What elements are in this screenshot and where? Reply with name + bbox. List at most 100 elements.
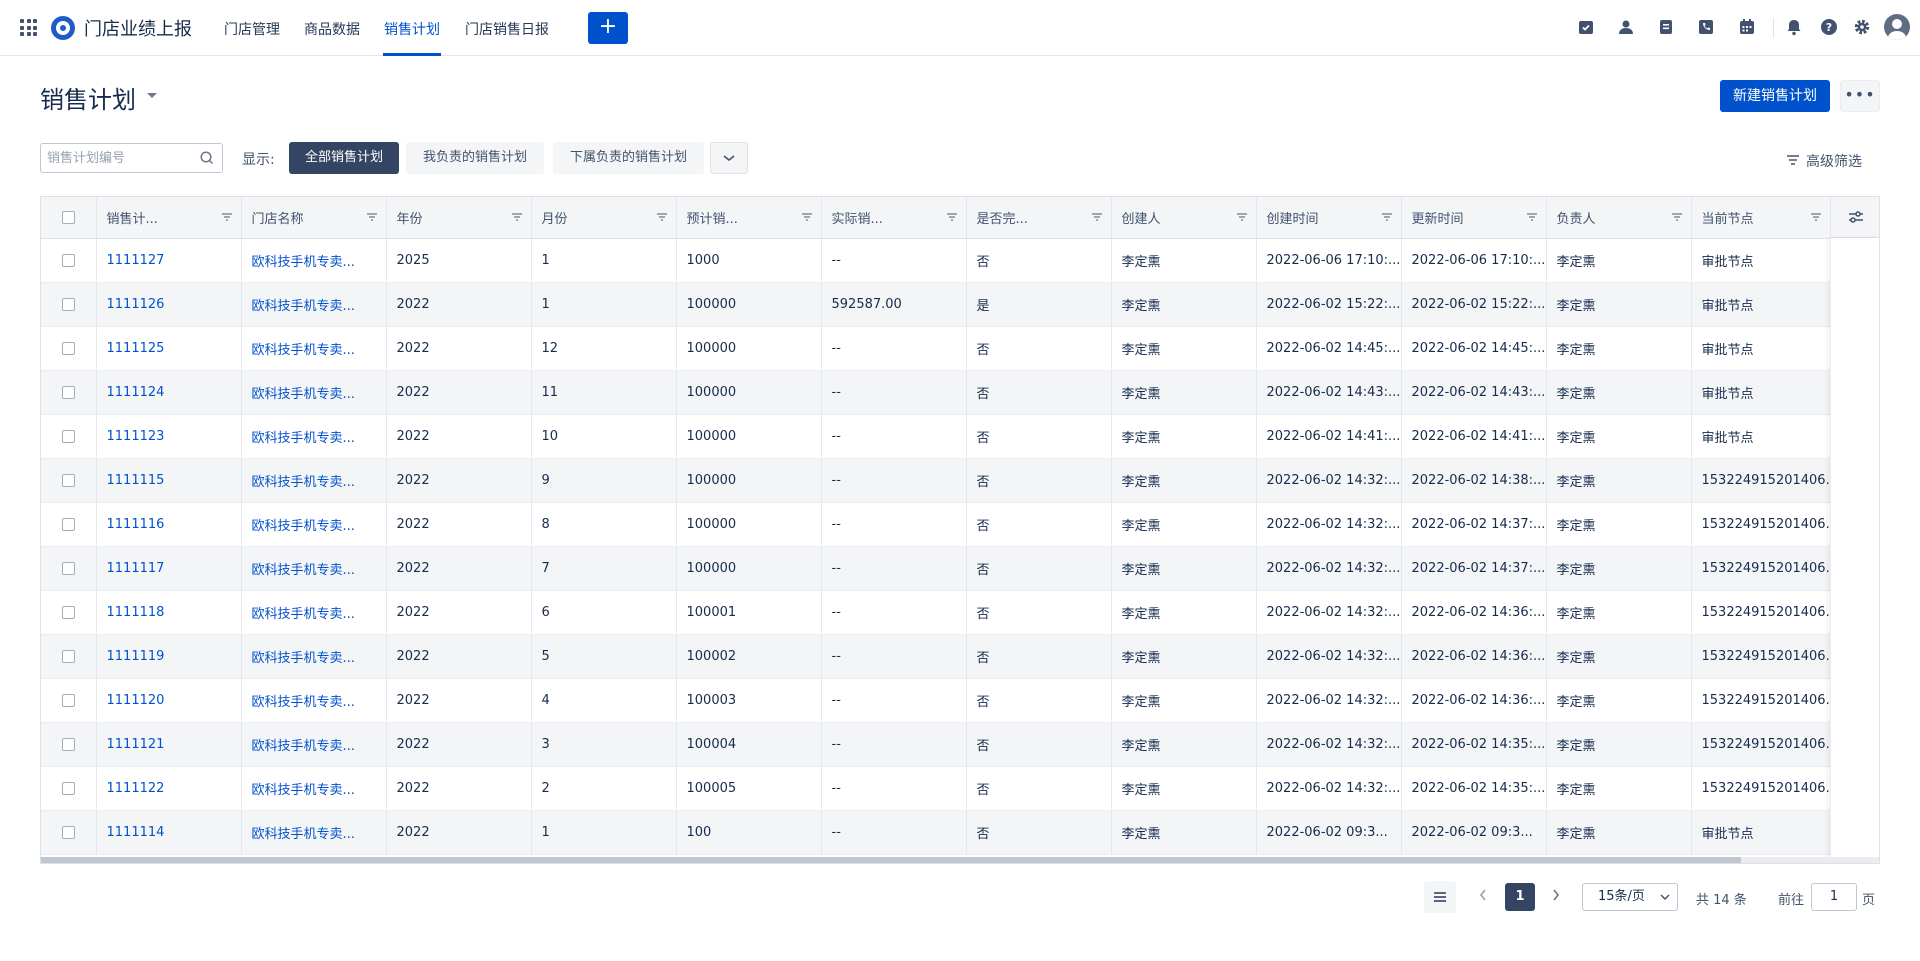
- column-filter-icon[interactable]: [366, 212, 378, 222]
- row-checkbox[interactable]: [61, 693, 75, 707]
- column-filter-icon[interactable]: [221, 212, 233, 222]
- cell-store-name[interactable]: 欧科技手机专卖...: [241, 766, 387, 811]
- row-checkbox[interactable]: [61, 605, 75, 619]
- segment-all-plans[interactable]: 全部销售计划: [289, 142, 399, 174]
- new-sales-plan-button[interactable]: 新建销售计划: [1720, 80, 1830, 112]
- chevron-down-icon[interactable]: [147, 93, 157, 98]
- cell-store-name[interactable]: 欧科技手机专卖...: [241, 810, 387, 855]
- column-filter-icon[interactable]: [1671, 212, 1683, 222]
- prev-page-button[interactable]: [1478, 887, 1488, 906]
- app-switcher-icon[interactable]: [20, 19, 37, 36]
- cell-store-name[interactable]: 欧科技手机专卖...: [241, 502, 387, 547]
- row-checkbox[interactable]: [61, 737, 75, 751]
- cell-plan-number[interactable]: 1111120: [96, 678, 242, 723]
- column-filter-icon[interactable]: [1236, 212, 1248, 222]
- user-avatar[interactable]: [1884, 14, 1910, 40]
- table-row[interactable]: 1111123 欧科技手机专卖... 2022 10 100000 -- 否李定熏 2022-…: [41, 414, 1831, 459]
- cell-store-name[interactable]: 欧科技手机专卖...: [241, 370, 387, 415]
- table-row[interactable]: 1111126 欧科技手机专卖... 2022 1 100000 592587.00 是李定…: [41, 282, 1831, 327]
- create-button[interactable]: +: [588, 12, 628, 44]
- cell-store-name[interactable]: 欧科技手机专卖...: [241, 238, 387, 283]
- column-header-current-node[interactable]: 当前节点: [1691, 197, 1831, 239]
- column-header-store-name[interactable]: 门店名称: [241, 197, 387, 239]
- table-row[interactable]: 1111125 欧科技手机专卖... 2022 12 100000 -- 否李定熏 2022-…: [41, 326, 1831, 371]
- cell-store-name[interactable]: 欧科技手机专卖...: [241, 634, 387, 679]
- cell-plan-number[interactable]: 1111121: [96, 722, 242, 767]
- row-checkbox[interactable]: [61, 561, 75, 575]
- column-filter-icon[interactable]: [1091, 212, 1103, 222]
- nav-item-store-daily-report[interactable]: 门店销售日报: [465, 19, 549, 39]
- column-settings-button[interactable]: [1830, 197, 1879, 238]
- column-filter-icon[interactable]: [1526, 212, 1538, 222]
- table-row[interactable]: 1111116 欧科技手机专卖... 2022 8 100000 -- 否李定熏 2022-0…: [41, 502, 1831, 547]
- table-row[interactable]: 1111120 欧科技手机专卖... 2022 4 100003 -- 否李定熏 2022-0…: [41, 678, 1831, 723]
- cell-store-name[interactable]: 欧科技手机专卖...: [241, 678, 387, 723]
- document-icon[interactable]: [1655, 16, 1677, 38]
- table-row[interactable]: 1111115 欧科技手机专卖... 2022 9 100000 -- 否李定熏 2022-0…: [41, 458, 1831, 503]
- column-header-is-completed[interactable]: 是否完...: [966, 197, 1112, 239]
- search-input[interactable]: [47, 149, 197, 167]
- list-view-button[interactable]: [1424, 881, 1456, 913]
- cell-plan-number[interactable]: 1111117: [96, 546, 242, 591]
- cell-plan-number[interactable]: 1111124: [96, 370, 242, 415]
- phone-icon[interactable]: [1695, 16, 1717, 38]
- advanced-filter-button[interactable]: 高级筛选: [1787, 151, 1862, 171]
- table-row[interactable]: 1111124 欧科技手机专卖... 2022 11 100000 -- 否李定熏 2022-…: [41, 370, 1831, 415]
- row-checkbox[interactable]: [61, 385, 75, 399]
- row-checkbox[interactable]: [61, 517, 75, 531]
- cell-plan-number[interactable]: 1111116: [96, 502, 242, 547]
- table-row[interactable]: 1111122 欧科技手机专卖... 2022 2 100005 -- 否李定熏 2022-0…: [41, 766, 1831, 811]
- cell-plan-number[interactable]: 1111115: [96, 458, 242, 503]
- cell-store-name[interactable]: 欧科技手机专卖...: [241, 458, 387, 503]
- column-filter-icon[interactable]: [1381, 212, 1393, 222]
- row-checkbox[interactable]: [61, 429, 75, 443]
- cell-plan-number[interactable]: 1111114: [96, 810, 242, 855]
- nav-item-sales-plan[interactable]: 销售计划: [384, 19, 440, 39]
- row-checkbox[interactable]: [61, 649, 75, 663]
- column-filter-icon[interactable]: [946, 212, 958, 222]
- cell-store-name[interactable]: 欧科技手机专卖...: [241, 326, 387, 371]
- column-filter-icon[interactable]: [511, 212, 523, 222]
- bell-icon[interactable]: [1783, 16, 1805, 38]
- column-filter-icon[interactable]: [801, 212, 813, 222]
- cell-store-name[interactable]: 欧科技手机专卖...: [241, 590, 387, 635]
- column-header-created-time[interactable]: 创建时间: [1256, 197, 1402, 239]
- column-header-owner[interactable]: 负责人: [1546, 197, 1692, 239]
- select-all-checkbox[interactable]: [61, 210, 75, 224]
- more-actions-button[interactable]: •••: [1840, 80, 1880, 112]
- row-checkbox[interactable]: [61, 253, 75, 267]
- page-number-current[interactable]: 1: [1505, 883, 1535, 911]
- table-row[interactable]: 1111118 欧科技手机专卖... 2022 6 100001 -- 否李定熏 2022-0…: [41, 590, 1831, 635]
- column-header-year[interactable]: 年份: [386, 197, 532, 239]
- segment-subordinate-plans[interactable]: 下属负责的销售计划: [553, 142, 704, 174]
- column-header-plan-number[interactable]: 销售计...: [96, 197, 242, 239]
- cell-store-name[interactable]: 欧科技手机专卖...: [241, 722, 387, 767]
- cell-plan-number[interactable]: 1111125: [96, 326, 242, 371]
- row-checkbox[interactable]: [61, 473, 75, 487]
- search-field[interactable]: [40, 143, 223, 173]
- segment-my-plans[interactable]: 我负责的销售计划: [406, 142, 544, 174]
- row-checkbox[interactable]: [61, 297, 75, 311]
- column-filter-icon[interactable]: [1810, 212, 1822, 222]
- settings-icon[interactable]: [1851, 16, 1873, 38]
- row-checkbox[interactable]: [61, 341, 75, 355]
- page-size-select[interactable]: 15条/页: [1582, 883, 1678, 911]
- calendar-icon[interactable]: [1736, 16, 1758, 38]
- column-header-actual-sales[interactable]: 实际销...: [821, 197, 967, 239]
- horizontal-scrollbar-thumb[interactable]: [41, 857, 1741, 863]
- row-checkbox[interactable]: [61, 825, 75, 839]
- segment-dropdown-button[interactable]: [710, 142, 748, 174]
- next-page-button[interactable]: [1551, 887, 1561, 906]
- table-row[interactable]: 1111119 欧科技手机专卖... 2022 5 100002 -- 否李定熏 2022-0…: [41, 634, 1831, 679]
- table-row[interactable]: 1111127 欧科技手机专卖... 2025 1 1000 -- 否李定熏 2022-06-…: [41, 238, 1831, 283]
- column-header-creator[interactable]: 创建人: [1111, 197, 1257, 239]
- page-title[interactable]: 销售计划: [40, 80, 136, 115]
- cell-plan-number[interactable]: 1111119: [96, 634, 242, 679]
- row-checkbox[interactable]: [61, 781, 75, 795]
- table-row[interactable]: 1111117 欧科技手机专卖... 2022 7 100000 -- 否李定熏 2022-0…: [41, 546, 1831, 591]
- search-icon[interactable]: [199, 150, 215, 166]
- task-icon[interactable]: [1575, 16, 1597, 38]
- cell-plan-number[interactable]: 1111123: [96, 414, 242, 459]
- cell-store-name[interactable]: 欧科技手机专卖...: [241, 282, 387, 327]
- column-filter-icon[interactable]: [656, 212, 668, 222]
